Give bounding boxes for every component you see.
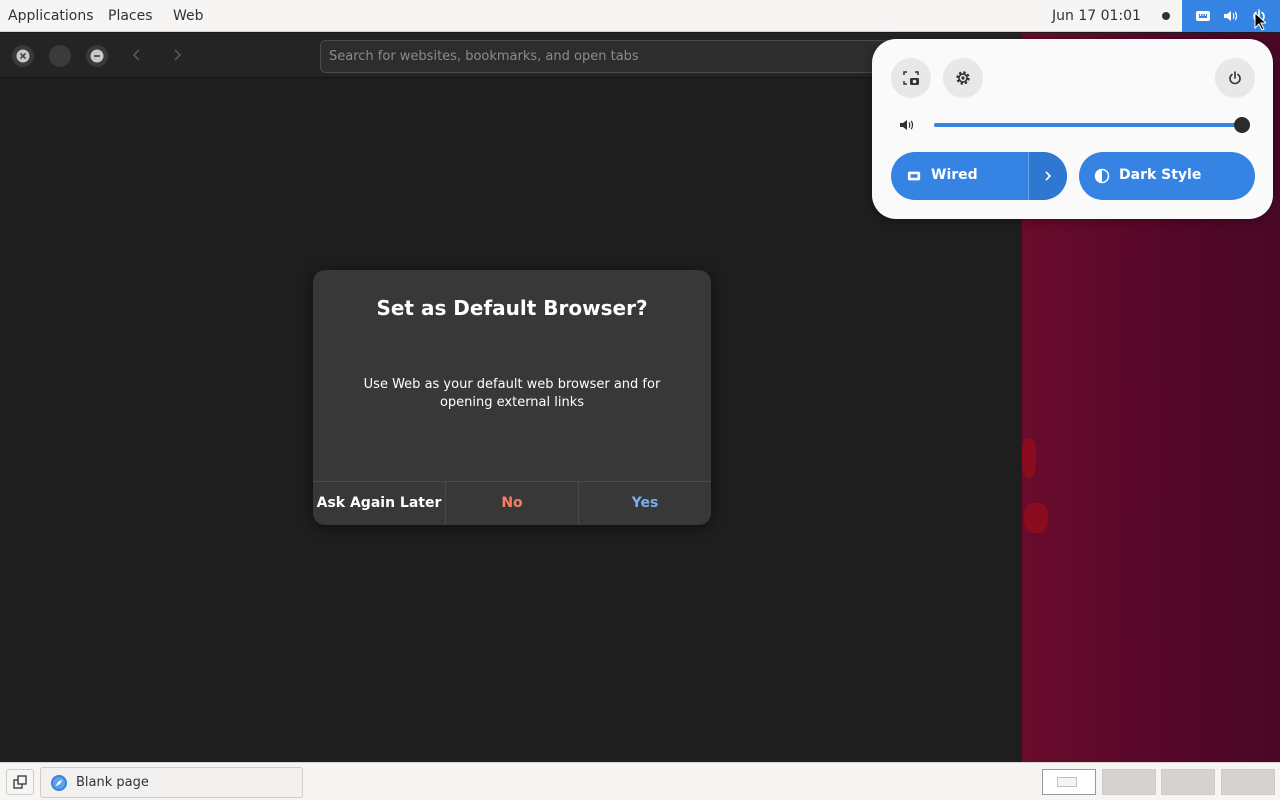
network-wired-icon [1196, 11, 1210, 21]
wired-toggle[interactable]: Wired [891, 152, 1067, 200]
bottom-panel: Blank page [0, 762, 1280, 800]
dark-style-label: Dark Style [1119, 167, 1202, 183]
volume-icon [1224, 11, 1238, 21]
screenshot-button[interactable] [891, 58, 931, 98]
volume-slider-handle[interactable] [1234, 117, 1250, 133]
mouse-cursor-icon [1254, 12, 1266, 31]
taskbar-item-label: Blank page [76, 775, 149, 790]
wired-label: Wired [931, 167, 978, 183]
address-bar[interactable]: Search for websites, bookmarks, and open… [320, 40, 920, 73]
chevron-right-icon [1045, 171, 1052, 181]
top-panel: Applications Places Web Jun 17 01:01 [0, 0, 1280, 32]
screenshot-icon [903, 71, 919, 85]
wallpaper-shape [1024, 503, 1048, 533]
volume-icon[interactable] [898, 117, 914, 133]
maximize-icon [49, 45, 71, 67]
minimize-icon [90, 49, 104, 63]
dialog-title: Set as Default Browser? [376, 296, 648, 320]
forward-arrow-icon[interactable] [170, 48, 184, 62]
volume-slider-fill [934, 123, 1242, 127]
web-app-menu[interactable]: Web [173, 0, 204, 32]
web-browser-icon [51, 775, 67, 791]
workspace-3[interactable] [1161, 769, 1215, 795]
maximize-window-button[interactable] [49, 45, 71, 67]
show-desktop-button[interactable] [6, 769, 34, 795]
close-window-button[interactable] [12, 45, 34, 67]
volume-slider[interactable] [934, 117, 1250, 133]
yes-button[interactable]: Yes [579, 482, 711, 525]
dialog-message: Use Web as your default web browser and … [363, 377, 661, 410]
clock[interactable]: Jun 17 01:01 [1052, 0, 1141, 32]
back-arrow-icon[interactable] [130, 48, 144, 62]
ask-again-later-button[interactable]: Ask Again Later [313, 482, 446, 525]
quick-settings-menu: Wired Dark Style [872, 39, 1273, 219]
power-off-button[interactable] [1215, 58, 1255, 98]
close-icon [16, 49, 30, 63]
settings-gear-icon [956, 71, 970, 85]
workspace-4[interactable] [1220, 769, 1275, 795]
power-icon [1229, 71, 1241, 85]
no-button[interactable]: No [446, 482, 579, 525]
dark-style-icon [1094, 168, 1110, 184]
workspace-2[interactable] [1101, 769, 1156, 795]
wired-menu-button[interactable] [1028, 152, 1067, 200]
applications-menu[interactable]: Applications [8, 0, 94, 32]
dark-style-toggle[interactable]: Dark Style [1079, 152, 1255, 200]
minimize-window-button[interactable] [86, 45, 108, 67]
network-wired-icon [907, 171, 921, 181]
notification-dot-icon [1162, 12, 1170, 20]
dialog-actions: Ask Again Later No Yes [313, 481, 711, 525]
show-desktop-icon [13, 775, 27, 789]
workspace-1[interactable] [1042, 769, 1096, 795]
settings-button[interactable] [943, 58, 983, 98]
wallpaper-shape [1022, 438, 1036, 478]
browser-headerbar: Search for websites, bookmarks, and open… [0, 33, 1022, 78]
taskbar-item-web[interactable]: Blank page [40, 767, 303, 798]
workspace-window-thumbnail [1057, 777, 1077, 787]
default-browser-dialog: Set as Default Browser? Use Web as your … [313, 270, 711, 525]
places-menu[interactable]: Places [108, 0, 153, 32]
